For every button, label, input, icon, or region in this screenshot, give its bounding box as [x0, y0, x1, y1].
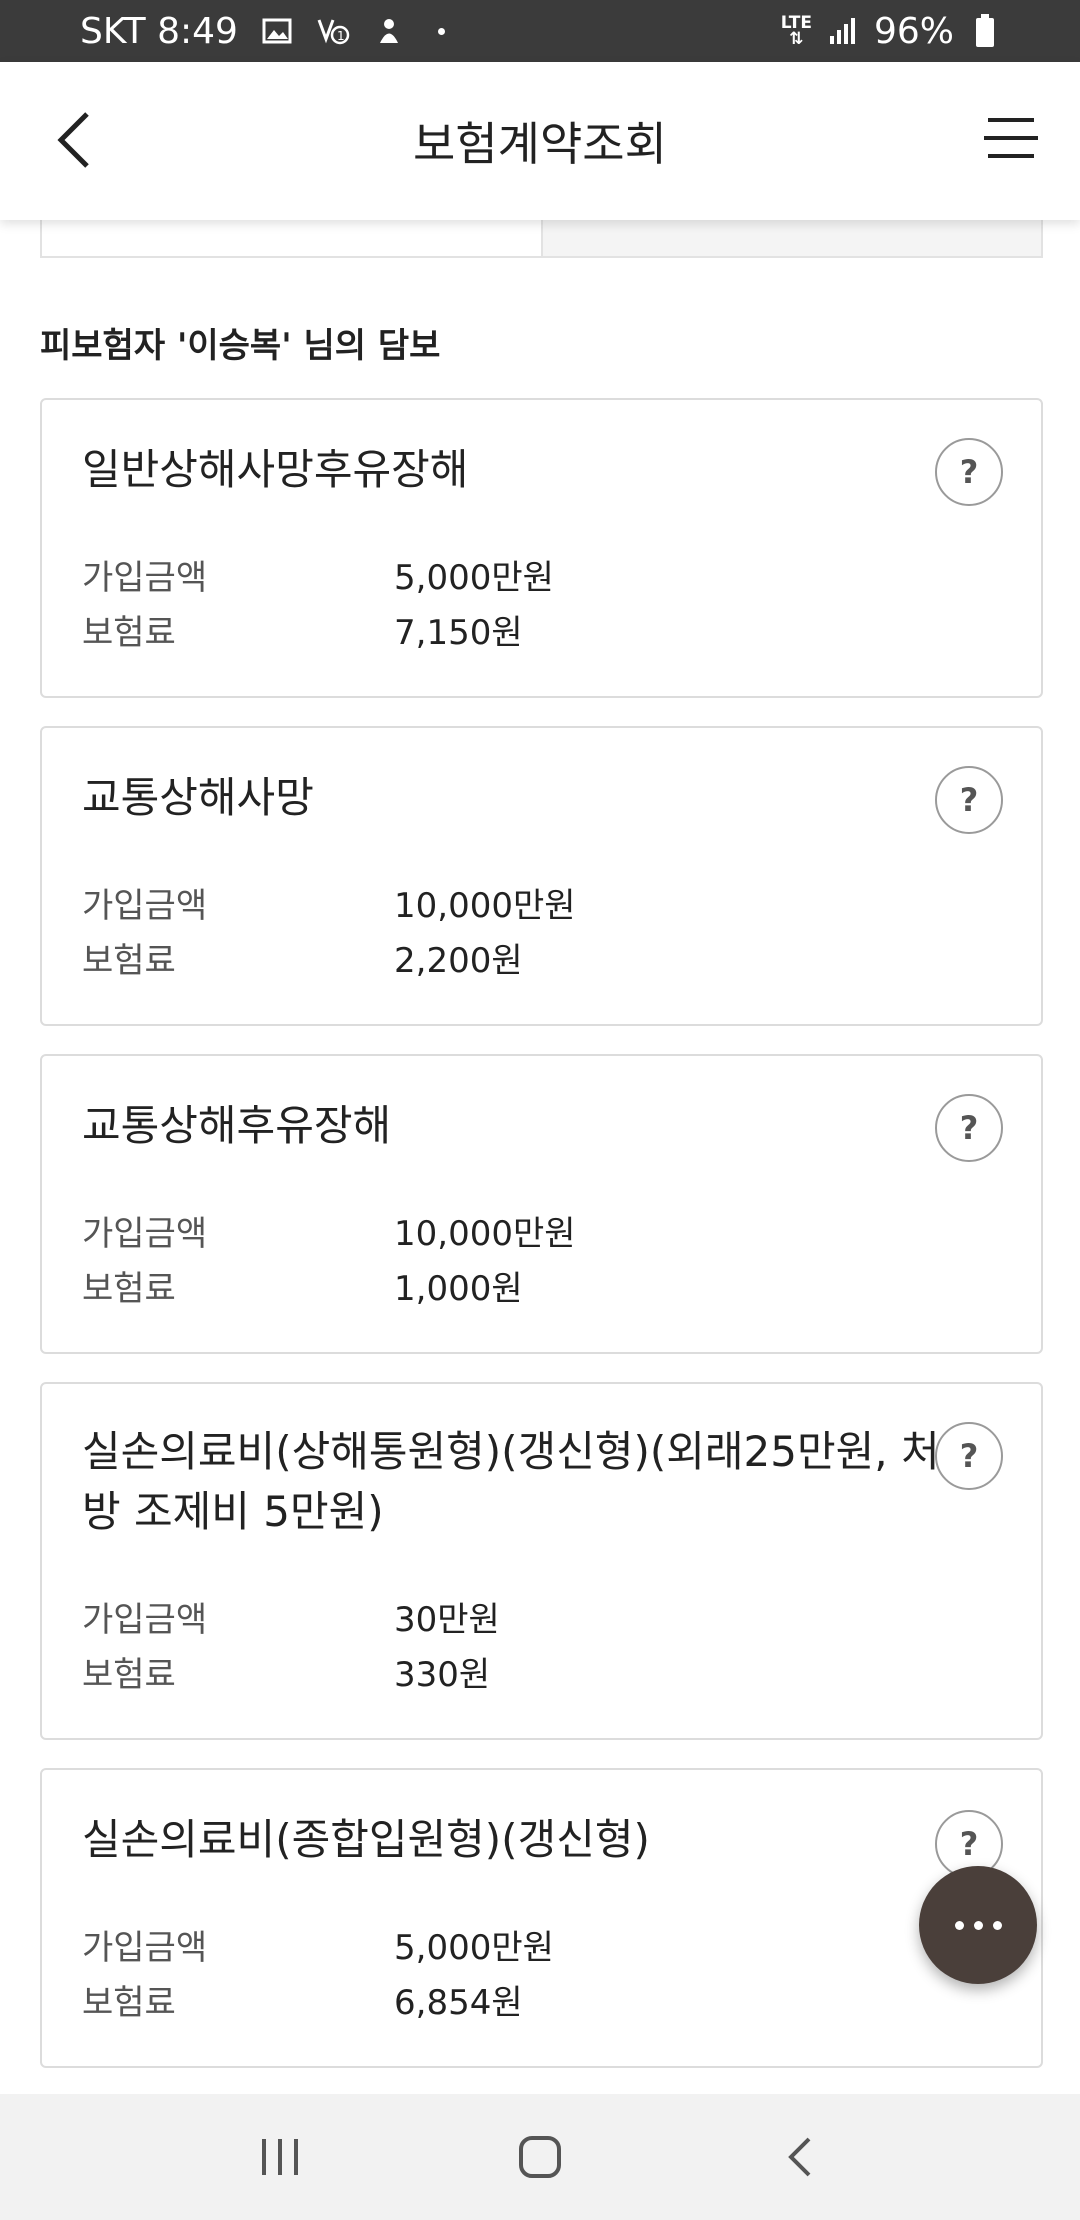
- help-button[interactable]: ?: [935, 766, 1003, 834]
- hamburger-icon: [984, 118, 1038, 158]
- coverage-amount-row: 가입금액 5,000만원: [82, 550, 554, 599]
- premium-value: 330원: [394, 1655, 491, 1695]
- question-icon: ?: [959, 453, 979, 491]
- coverage-card: 교통상해사망 ? 가입금액 10,000만원 보험료 2,200원: [40, 726, 1043, 1026]
- question-icon: ?: [959, 1437, 979, 1475]
- gallery-icon: [260, 14, 294, 48]
- home-icon: [519, 2136, 561, 2178]
- premium-row: 보험료 1,000원: [82, 1261, 523, 1310]
- system-back-button[interactable]: [755, 2112, 845, 2202]
- coverage-amount-value: 5,000만원: [394, 558, 554, 598]
- coverage-amount-row: 가입금액 5,000만원: [82, 1920, 554, 1969]
- section-heading: 피보험자 '이승복' 님의 담보: [40, 326, 441, 366]
- premium-row: 보험료 6,854원: [82, 1975, 523, 2024]
- premium-label: 보험료: [82, 1269, 176, 1309]
- more-options-button[interactable]: [919, 1866, 1037, 1984]
- carrier-time: SKT 8:49: [80, 10, 238, 52]
- dot-icon: [437, 27, 445, 35]
- system-nav-bar: [0, 2094, 1080, 2220]
- premium-value: 2,200원: [394, 941, 523, 981]
- coverage-amount-row: 가입금액 30만원: [82, 1592, 500, 1641]
- battery-percent: 96%: [873, 10, 954, 52]
- coverage-amount-label: 가입금액: [82, 886, 208, 926]
- more-dots-icon: [954, 1920, 964, 1930]
- signal-icon: [826, 14, 860, 48]
- status-bar: SKT 8:49 1 LTE ⇅ 96%: [0, 0, 1080, 62]
- question-icon: ?: [959, 781, 979, 819]
- recent-apps-button[interactable]: [235, 2112, 325, 2202]
- premium-value: 1,000원: [394, 1269, 523, 1309]
- premium-value: 7,150원: [394, 613, 523, 653]
- coverage-title: 교통상해사망: [82, 773, 314, 822]
- svg-text:1: 1: [337, 29, 345, 43]
- menu-button[interactable]: [978, 106, 1042, 170]
- coverage-title: 실손의료비(상해통원형)(갱신형)(외래25만원, 처방 조제비 5만원): [82, 1427, 940, 1536]
- coverage-title: 교통상해후유장해: [82, 1101, 392, 1150]
- home-button[interactable]: [495, 2112, 585, 2202]
- page-title: 보험계약조회: [413, 117, 667, 171]
- coverage-amount-value: 30만원: [394, 1600, 500, 1640]
- premium-row: 보험료 7,150원: [82, 605, 523, 654]
- coverage-title: 일반상해사망후유장해: [82, 445, 469, 494]
- coverage-amount-label: 가입금액: [82, 1600, 208, 1640]
- notification-icon: [372, 14, 406, 48]
- coverage-card: 실손의료비(상해통원형)(갱신형)(외래25만원, 처방 조제비 5만원) ? …: [40, 1382, 1043, 1740]
- premium-label: 보험료: [82, 613, 176, 653]
- coverage-amount-value: 10,000만원: [394, 1214, 576, 1254]
- lte-label: LTE ⇅: [780, 13, 812, 49]
- coverage-amount-label: 가입금액: [82, 558, 208, 598]
- coverage-amount-value: 10,000만원: [394, 886, 576, 926]
- premium-value: 6,854원: [394, 1983, 523, 2023]
- coverage-amount-row: 가입금액 10,000만원: [82, 1206, 576, 1255]
- coverage-card: 교통상해후유장해 ? 가입금액 10,000만원 보험료 1,000원: [40, 1054, 1043, 1354]
- premium-row: 보험료 2,200원: [82, 933, 523, 982]
- back-chevron-icon: [788, 2137, 811, 2177]
- app-bar: 보험계약조회: [0, 62, 1080, 220]
- premium-label: 보험료: [82, 1983, 176, 2023]
- recents-icon: [262, 2139, 298, 2175]
- coverage-amount-label: 가입금액: [82, 1928, 208, 1968]
- screen: SKT 8:49 1 LTE ⇅ 96% 보험계약조회 피보험자 '이승복' 님…: [0, 0, 1080, 2220]
- coverage-title: 실손의료비(종합입원형)(갱신형): [82, 1815, 650, 1864]
- help-button[interactable]: ?: [935, 1422, 1003, 1490]
- coverage-amount-value: 5,000만원: [394, 1928, 554, 1968]
- coverage-card: 일반상해사망후유장해 ? 가입금액 5,000만원 보험료 7,150원: [40, 398, 1043, 698]
- volte-icon: 1: [316, 14, 350, 48]
- coverage-amount-row: 가입금액 10,000만원: [82, 878, 576, 927]
- more-dots-icon: [973, 1920, 983, 1930]
- question-icon: ?: [959, 1109, 979, 1147]
- help-button[interactable]: ?: [935, 438, 1003, 506]
- battery-icon: [968, 14, 1002, 48]
- coverage-amount-label: 가입금액: [82, 1214, 208, 1254]
- coverage-card: 실손의료비(종합입원형)(갱신형) ? 가입금액 5,000만원 보험료 6,8…: [40, 1768, 1043, 2068]
- question-icon: ?: [959, 1825, 979, 1863]
- premium-row: 보험료 330원: [82, 1647, 490, 1696]
- premium-label: 보험료: [82, 941, 176, 981]
- help-button[interactable]: ?: [935, 1094, 1003, 1162]
- more-dots-icon: [992, 1920, 1002, 1930]
- premium-label: 보험료: [82, 1655, 176, 1695]
